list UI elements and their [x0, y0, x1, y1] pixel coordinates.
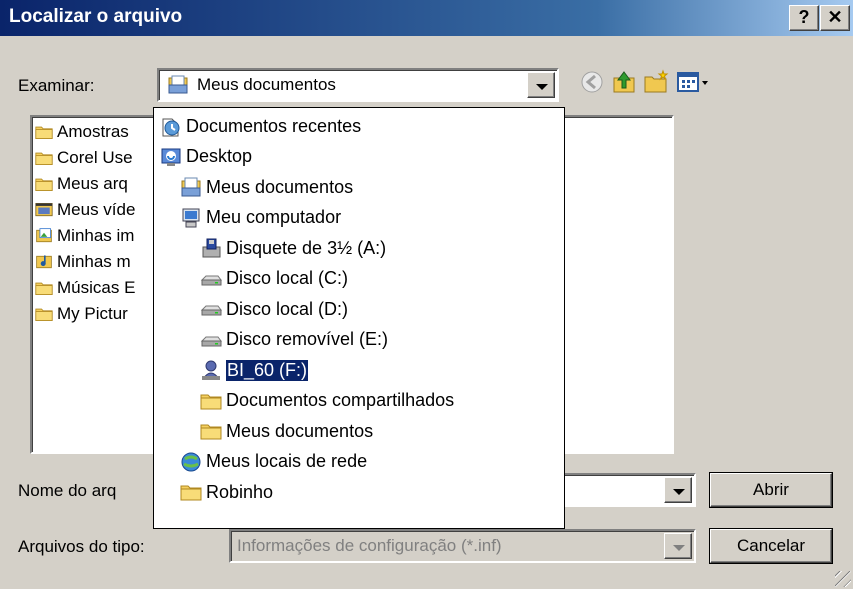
resize-grip[interactable] — [835, 571, 851, 587]
filetype-combo: Informações de configuração (*.inf) — [229, 529, 696, 563]
network-icon — [181, 452, 201, 471]
file-list-item-label: Meus arq — [57, 174, 128, 193]
lookin-label: Examinar: — [18, 76, 95, 95]
floppy-icon — [202, 238, 221, 258]
user-icon — [202, 360, 220, 380]
file-list-item[interactable]: Meus arq — [34, 173, 128, 195]
lookin-option-label: Robinho — [206, 481, 274, 502]
file-list-item-label: Músicas E — [57, 278, 136, 297]
lookin-option-label: Desktop — [186, 146, 253, 166]
open-button[interactable]: Abrir — [710, 473, 832, 507]
file-list-item[interactable]: Minhas im — [34, 225, 134, 247]
file-list-item-label: Minhas m — [57, 252, 131, 271]
cancel-button[interactable]: Cancelar — [710, 529, 832, 563]
music-icon — [36, 255, 52, 269]
file-list-item-label: My Pictur — [57, 304, 128, 323]
lookin-option[interactable]: Documentos recentes — [160, 112, 361, 140]
filename-dropdown-button[interactable] — [664, 477, 692, 503]
window-title: Localizar o arquivo — [9, 6, 183, 27]
lookin-combo[interactable]: Meus documentos — [157, 68, 559, 102]
file-list-item-label: Minhas im — [57, 226, 135, 245]
lookin-option-label: Disquete de 3½ (A:) — [226, 237, 387, 258]
views-menu-icon[interactable] — [674, 68, 714, 96]
file-list-item-label: Amostras — [57, 122, 129, 141]
file-list-item[interactable]: My Pictur — [34, 303, 128, 325]
recent-icon — [162, 118, 180, 137]
file-list-item[interactable]: Meus víde — [34, 199, 135, 221]
folder-icon — [200, 394, 222, 409]
lookin-option[interactable]: Disco local (D:) — [200, 295, 348, 323]
desktop-icon — [161, 148, 181, 166]
up-folder-icon[interactable] — [610, 68, 638, 96]
lookin-option[interactable]: Meus locais de rede — [180, 448, 367, 476]
lookin-option[interactable]: Desktop — [160, 143, 252, 171]
folder-icon — [35, 282, 53, 295]
drive-icon — [200, 336, 222, 346]
lookin-option[interactable]: Documentos compartilhados — [200, 387, 454, 415]
lookin-option-label: Documentos recentes — [186, 115, 362, 136]
lookin-option-label: Disco removível (E:) — [226, 329, 389, 349]
folder-icon — [35, 308, 53, 321]
drive-icon — [200, 305, 222, 316]
file-open-dialog: Localizar o arquivo ? ✕ Examinar: Meus d… — [0, 0, 853, 589]
lookin-option-label: Meus documentos — [226, 420, 374, 441]
file-list-item-label: Meus víde — [57, 200, 136, 219]
filetype-value: Informações de configuração (*.inf) — [237, 536, 502, 555]
mydocs-icon — [181, 177, 201, 197]
close-button[interactable]: ✕ — [820, 5, 850, 31]
lookin-option[interactable]: BI_60 (F:) — [200, 356, 310, 384]
my-documents-icon — [168, 75, 188, 94]
drive-icon — [200, 275, 222, 285]
back-icon[interactable] — [578, 68, 606, 96]
lookin-option-label: Meus documentos — [206, 176, 354, 197]
file-list-item[interactable]: Minhas m — [34, 251, 131, 273]
folder-icon — [180, 485, 202, 501]
pictures-icon — [36, 228, 52, 243]
file-list-item[interactable]: Amostras — [34, 121, 129, 143]
lookin-option-label: Documentos compartilhados — [226, 390, 455, 410]
lookin-option[interactable]: Meus documentos — [180, 173, 353, 201]
folder-icon — [35, 178, 53, 191]
title-bar[interactable]: Localizar o arquivo ? ✕ — [0, 0, 853, 36]
folder-icon — [35, 126, 53, 139]
lookin-option-label: Disco local (C:) — [226, 268, 349, 288]
lookin-option[interactable]: Disco removível (E:) — [200, 326, 388, 354]
lookin-option[interactable]: Meus documentos — [200, 417, 373, 445]
computer-icon — [182, 208, 200, 227]
new-folder-icon[interactable] — [642, 68, 670, 96]
lookin-option[interactable]: Meu computador — [180, 204, 341, 232]
filetype-label: Arquivos do tipo: — [18, 537, 145, 556]
file-list-item[interactable]: Músicas E — [34, 277, 135, 299]
folder-icon — [35, 152, 53, 165]
lookin-option-label: BI_60 (F:) — [224, 358, 310, 382]
filename-label: Nome do arq — [18, 481, 117, 500]
lookin-option[interactable]: Disco local (C:) — [200, 265, 348, 293]
lookin-dropdown-button[interactable] — [527, 72, 555, 98]
lookin-option-label: Meu computador — [206, 207, 342, 227]
lookin-value: Meus documentos — [197, 75, 336, 94]
folder-icon — [200, 424, 222, 440]
video-icon — [35, 203, 53, 217]
file-list-item-label: Corel Use — [57, 148, 133, 167]
help-button[interactable]: ? — [789, 5, 819, 31]
lookin-option[interactable]: Disquete de 3½ (A:) — [200, 234, 386, 262]
lookin-option-label: Disco local (D:) — [226, 298, 349, 319]
filetype-dropdown-button — [664, 533, 692, 559]
lookin-dropdown-list[interactable]: Documentos recentes Desktop Meus documento… — [153, 107, 565, 529]
lookin-option-label: Meus locais de rede — [206, 451, 368, 471]
lookin-option[interactable]: Robinho — [180, 478, 273, 506]
file-list-item[interactable]: Corel Use — [34, 147, 133, 169]
